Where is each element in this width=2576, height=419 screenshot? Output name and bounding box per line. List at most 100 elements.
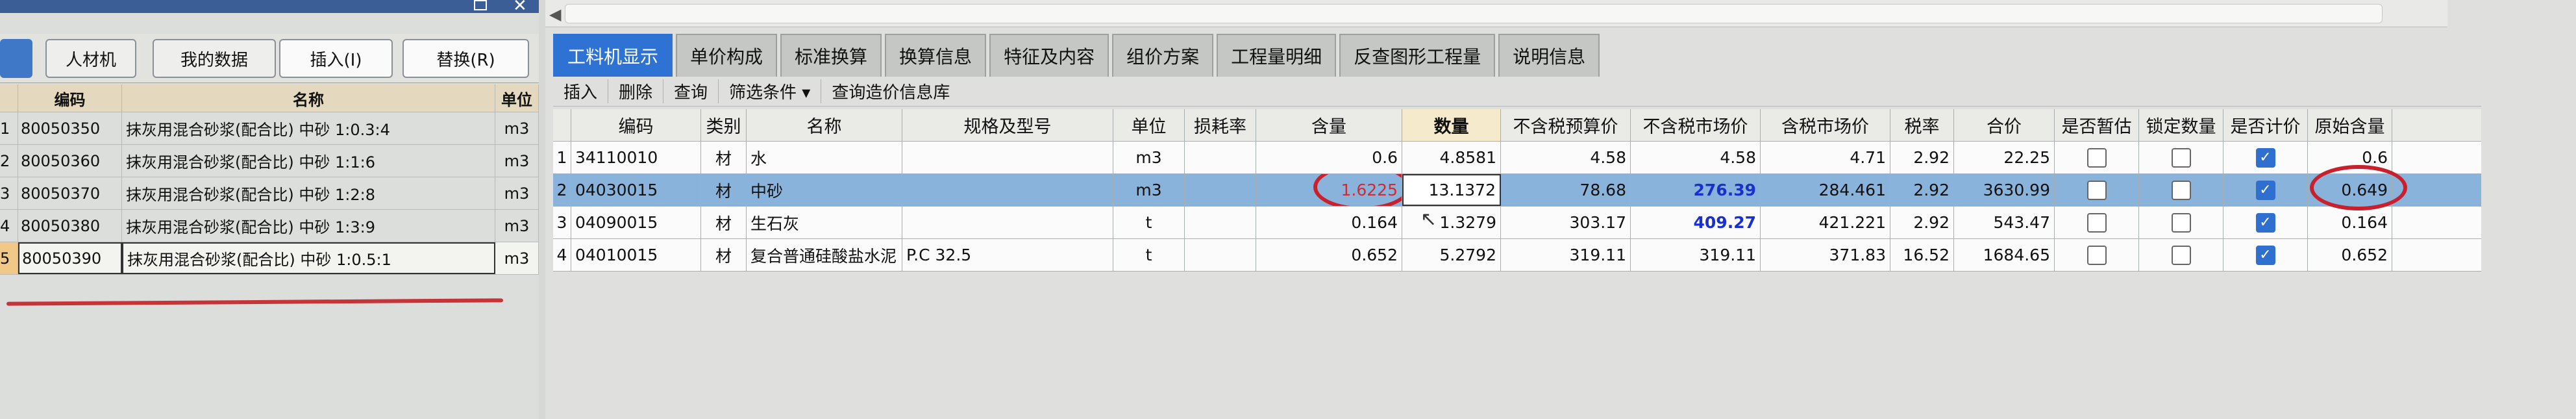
left-row-selected[interactable]: 5 80050390 抹灰用混合砂浆(配合比) 中砂 1:0.5:1 m3: [0, 242, 539, 275]
row-pretax-budget[interactable]: 319.11: [1501, 239, 1631, 271]
row-code[interactable]: 04030015: [571, 174, 701, 206]
tab-labor-material-display[interactable]: 工料机显示: [553, 34, 673, 77]
left-row[interactable]: 1 80050350 抹灰用混合砂浆(配合比) 中砂 1:0.3:4 m3: [0, 112, 539, 145]
row-pretax-market[interactable]: 319.11: [1631, 239, 1761, 271]
price-info-query-button[interactable]: 查询造价信息库: [821, 79, 960, 103]
row-code[interactable]: 04090015: [571, 207, 701, 238]
row-name[interactable]: 中砂: [747, 174, 902, 206]
row-quantity[interactable]: 4.8581: [1402, 142, 1501, 173]
locked-checkbox[interactable]: [2171, 245, 2191, 265]
row-content[interactable]: 0.164: [1256, 207, 1402, 238]
row-unit[interactable]: m3: [1113, 142, 1185, 173]
locked-checkbox[interactable]: [2171, 180, 2191, 200]
replace-button[interactable]: 替换(R): [402, 39, 529, 78]
labor-material-grid: 编码 类别 名称 规格及型号 单位 损耗率 含量 数量 不含税预算价 不含税市场…: [553, 109, 2481, 272]
row-content[interactable]: 0.6: [1256, 142, 1402, 173]
row-code[interactable]: 04010015: [571, 239, 701, 271]
row-loss-rate[interactable]: [1185, 207, 1256, 238]
row-tax-market[interactable]: 284.461: [1761, 174, 1890, 206]
left-row[interactable]: 4 80050380 抹灰用混合砂浆(配合比) 中砂 1:3:9 m3: [0, 210, 539, 242]
provisional-checkbox[interactable]: [2087, 245, 2107, 265]
row-unit[interactable]: t: [1113, 239, 1185, 271]
row-tax-rate[interactable]: 2.92: [1890, 207, 1954, 238]
row-quantity-cell[interactable]: 1.3279 ↖: [1402, 207, 1501, 238]
priced-checkbox[interactable]: ✓: [2255, 180, 2275, 200]
row-type[interactable]: 材: [701, 174, 747, 206]
grid-row[interactable]: 1 34110010 材 水 m3 0.6 4.8581 4.58 4.58 4…: [553, 142, 2481, 174]
grid-row-selected[interactable]: 2 04030015 材 中砂 m3 1.6225 13.1372 78.68 …: [553, 165, 2481, 210]
row-spec[interactable]: [902, 207, 1113, 238]
locked-checkbox[interactable]: [2171, 212, 2191, 233]
row-pretax-market-cell[interactable]: 276.39: [1631, 174, 1761, 206]
tab-unit-price-composition[interactable]: 单价构成: [676, 34, 778, 77]
row-pretax-market[interactable]: 4.58: [1631, 142, 1761, 173]
row-unit: m3: [495, 145, 539, 177]
col-pretax-market: 不含税市场价: [1631, 109, 1761, 141]
row-pretax-market-cell[interactable]: 409.27: [1631, 207, 1761, 238]
row-pretax-budget[interactable]: 4.58: [1501, 142, 1631, 173]
row-type[interactable]: 材: [701, 239, 747, 271]
locked-checkbox[interactable]: [2171, 147, 2191, 168]
close-icon[interactable]: ✕: [513, 0, 527, 16]
row-name[interactable]: 复合普通硅酸盐水泥: [747, 239, 902, 271]
row-type[interactable]: 材: [701, 142, 747, 173]
row-tax-rate[interactable]: 16.52: [1890, 239, 1954, 271]
scrollbar-thumb[interactable]: [565, 4, 2383, 23]
row-unit: m3: [495, 242, 539, 274]
tab-pricing-scheme[interactable]: 组价方案: [1112, 34, 1214, 77]
priced-checkbox[interactable]: ✓: [2255, 245, 2275, 265]
row-tax-market[interactable]: 371.83: [1761, 239, 1890, 271]
row-pretax-budget[interactable]: 303.17: [1501, 207, 1631, 238]
left-row[interactable]: 2 80050360 抹灰用混合砂浆(配合比) 中砂 1:1:6 m3: [0, 145, 539, 177]
row-spec[interactable]: P.C 32.5: [902, 239, 1113, 271]
row-type[interactable]: 材: [701, 207, 747, 238]
row-content[interactable]: 0.652: [1256, 239, 1402, 271]
left-row[interactable]: 3 80050370 抹灰用混合砂浆(配合比) 中砂 1:2:8 m3: [0, 177, 539, 210]
row-name[interactable]: 生石灰: [747, 207, 902, 238]
delete-row-button[interactable]: 删除: [608, 79, 664, 103]
tab-quantity-detail[interactable]: 工程量明细: [1217, 34, 1337, 77]
row-unit[interactable]: t: [1113, 207, 1185, 238]
row-locked-cell: [2139, 174, 2223, 206]
row-tax-rate[interactable]: 2.92: [1890, 142, 1954, 173]
provisional-checkbox[interactable]: [2087, 180, 2107, 200]
row-name[interactable]: 水: [747, 142, 902, 173]
query-button[interactable]: 查询: [663, 79, 719, 103]
tab-description-info[interactable]: 说明信息: [1498, 34, 1600, 77]
row-pretax-budget[interactable]: 78.68: [1501, 174, 1631, 206]
row-code[interactable]: 34110010: [571, 142, 701, 173]
col-tax-market: 含税市场价: [1761, 109, 1890, 141]
row-tax-market[interactable]: 421.221: [1761, 207, 1890, 238]
tab-features-content[interactable]: 特征及内容: [989, 34, 1109, 77]
row-loss-rate[interactable]: [1185, 142, 1256, 173]
row-loss-rate[interactable]: [1185, 239, 1256, 271]
priced-checkbox[interactable]: ✓: [2255, 212, 2275, 233]
row-unit[interactable]: m3: [1113, 174, 1185, 206]
left-tab-labor-material[interactable]: 人材机: [45, 39, 136, 78]
row-name: 抹灰用混合砂浆(配合比) 中砂 1:0.5:1: [122, 242, 495, 274]
grid-row[interactable]: 4 04010015 材 复合普通硅酸盐水泥 P.C 32.5 t 0.652 …: [553, 239, 2481, 272]
provisional-checkbox[interactable]: [2087, 147, 2107, 168]
row-tax-market[interactable]: 4.71: [1761, 142, 1890, 173]
left-title-bar: ✕: [0, 0, 539, 16]
scroll-left-icon[interactable]: ◀: [549, 5, 561, 23]
row-spec[interactable]: [902, 142, 1113, 173]
provisional-checkbox[interactable]: [2087, 212, 2107, 233]
tab-standard-conversion[interactable]: 标准换算: [780, 34, 882, 77]
filter-dropdown[interactable]: 筛选条件 ▾: [719, 79, 822, 103]
row-content-cell[interactable]: 1.6225: [1256, 174, 1402, 206]
left-tab-my-data[interactable]: 我的数据: [153, 39, 276, 78]
row-quantity[interactable]: 5.2792: [1402, 239, 1501, 271]
restore-icon[interactable]: [474, 0, 487, 10]
tab-reverse-check-graphic[interactable]: 反查图形工程量: [1339, 34, 1496, 77]
insert-row-button[interactable]: 插入: [553, 79, 609, 103]
row-quantity[interactable]: 13.1372: [1402, 174, 1501, 206]
tab-conversion-info[interactable]: 换算信息: [885, 34, 987, 77]
insert-button[interactable]: 插入(I): [279, 39, 393, 78]
row-spec[interactable]: [902, 174, 1113, 206]
row-loss-rate[interactable]: [1185, 174, 1256, 206]
row-tax-rate[interactable]: 2.92: [1890, 174, 1954, 206]
priced-checkbox[interactable]: ✓: [2255, 147, 2275, 168]
grid-row[interactable]: 3 04090015 材 生石灰 t 0.164 1.3279 ↖ 303.17…: [553, 207, 2481, 239]
left-tab-blank[interactable]: [0, 39, 32, 78]
